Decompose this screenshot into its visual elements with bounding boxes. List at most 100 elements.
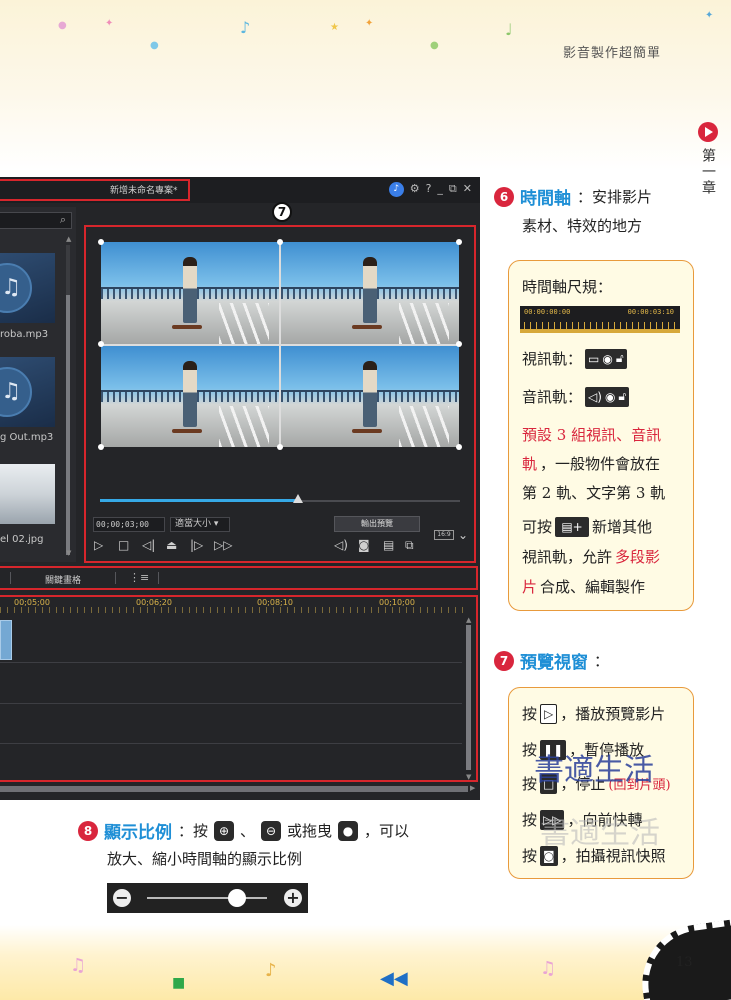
media-thumb-image[interactable] — [0, 464, 55, 524]
section-title: 預覽視窗 — [520, 653, 588, 673]
section-desc: ：安排影片 — [577, 188, 653, 206]
help-icon[interactable]: ? — [426, 181, 432, 197]
timecode-input[interactable]: 00;00;03;00 — [93, 517, 165, 532]
chevron-down-icon[interactable]: ⌄ — [458, 528, 468, 542]
keyframe-button[interactable]: 關鍵畫格 — [45, 573, 81, 586]
zoom-out-icon[interactable]: − — [113, 889, 131, 907]
section-7-heading: 7 預覽視窗 ： — [494, 648, 609, 673]
stop-icon[interactable]: □ — [118, 538, 129, 552]
scroll-down-arrow[interactable]: ▼ — [466, 773, 471, 781]
resize-handle[interactable] — [98, 239, 104, 245]
gear-icon[interactable]: ⚙ — [410, 181, 420, 197]
prev-frame-icon[interactable]: ◁| — [142, 538, 155, 552]
track-divider — [0, 662, 462, 663]
play-icon: ▷ — [540, 703, 558, 724]
note-text: 片合成、編輯製作 — [522, 578, 646, 596]
zoom-out-icon: ⊖ — [261, 820, 282, 841]
media-thumb-audio[interactable]: ♫ — [0, 357, 55, 427]
add-track-icon: ▤+ — [555, 516, 590, 537]
resize-handle[interactable] — [277, 239, 283, 245]
scroll-down-arrow[interactable]: ▼ — [66, 549, 71, 557]
speaker-icon: ◁) — [588, 389, 602, 404]
zoom-slider-sample: − + — [107, 883, 308, 913]
export-preview-button[interactable]: 輸出預覽 — [334, 516, 420, 532]
volume-icon[interactable]: ◁) — [334, 538, 348, 552]
timeline-clip[interactable] — [0, 620, 12, 660]
next-frame-icon[interactable]: |▷ — [190, 538, 203, 552]
timeline-ruler[interactable] — [0, 607, 466, 613]
aspect-ratio-badge[interactable]: 16:9 — [434, 530, 454, 540]
music-note-icon: ♫ — [0, 367, 32, 417]
zoom-in-icon[interactable]: + — [284, 889, 302, 907]
resize-handle[interactable] — [98, 444, 104, 450]
zoom-knob[interactable] — [228, 889, 246, 907]
ruler-label: 00;10;00 — [379, 598, 415, 607]
confetti-star: ✦ — [365, 18, 374, 29]
close-icon[interactable]: ✕ — [463, 181, 472, 197]
confetti-star: ✦ — [105, 18, 114, 29]
ruler-label: 00;06;20 — [136, 598, 172, 607]
music-note-icon: ♫ — [540, 958, 557, 979]
section-desc-line2: 素材、特效的地方 — [522, 217, 643, 235]
resize-handle[interactable] — [456, 444, 462, 450]
square-shape: ■ — [172, 975, 186, 991]
timeline-highlight — [0, 595, 478, 782]
fit-select[interactable]: 適當大小 ▾ — [170, 517, 230, 532]
seek-bar-progress — [100, 499, 298, 502]
minimize-icon[interactable]: _ — [437, 181, 443, 197]
video-frame — [101, 242, 279, 344]
ruler-start: 00:00:00:00 — [524, 308, 571, 316]
search-icon[interactable]: ⌕ — [60, 213, 66, 227]
list-icon[interactable]: ⋮≡ — [129, 571, 149, 584]
resize-handle[interactable] — [98, 341, 104, 347]
horizontal-scrollbar[interactable] — [0, 786, 468, 792]
track-icons: ◁) ◉ 🔓︎ — [585, 386, 630, 407]
music-note-icon: ♫ — [0, 263, 32, 313]
page-number: 13 — [676, 955, 693, 970]
video-preview[interactable] — [101, 242, 459, 447]
watermark: 書適生活 — [534, 753, 654, 788]
note-audio-track: 音訊軌： ◁) ◉ 🔓︎ — [522, 386, 630, 407]
scroll-right-arrow[interactable]: ▶ — [470, 784, 475, 792]
marker-icon[interactable]: ⏏ — [166, 538, 177, 552]
snapshot-icon[interactable]: ◙ — [358, 538, 370, 552]
bell-icon[interactable]: ♪ — [388, 181, 404, 197]
media-scrollbar[interactable] — [66, 245, 70, 555]
music-note-icon: ♪ — [265, 960, 277, 981]
media-search-input[interactable]: ⌕ — [0, 212, 72, 229]
eye-icon: ◉ — [602, 351, 613, 366]
fast-forward-icon[interactable]: ▷▷ — [214, 538, 232, 552]
rewind-shape: ◀◀ — [380, 968, 408, 989]
media-thumb-audio[interactable]: ♫ — [0, 253, 55, 323]
music-note-icon: ♫ — [70, 955, 87, 976]
window-title: 新增未命名專案* — [110, 186, 178, 196]
note-video-track: 視訊軌： ▭ ◉ 🔓︎ — [522, 348, 627, 369]
scroll-up-arrow[interactable]: ▲ — [66, 235, 71, 243]
chapter-tab: 第一章 — [697, 122, 719, 196]
restore-icon[interactable]: ⧉ — [449, 181, 457, 197]
note-play: 按 ▷ ，播放預覽影片 — [522, 703, 666, 724]
timeline-scrollbar[interactable] — [466, 625, 471, 770]
confetti-star: ★ — [330, 22, 339, 33]
resize-handle[interactable] — [456, 239, 462, 245]
track-icons: ▭ ◉ 🔓︎ — [585, 348, 627, 369]
resize-handle[interactable] — [277, 444, 283, 450]
seek-knob[interactable] — [293, 494, 303, 503]
media-item-label: el 02.jpg — [0, 534, 44, 545]
section-number: 7 — [494, 650, 514, 671]
note-text: 視訊軌，允許 多段影 — [522, 548, 661, 566]
track-divider — [0, 703, 462, 704]
confetti-star: ✦ — [705, 10, 714, 21]
section-number: 8 — [78, 820, 98, 841]
window-controls: ♪ ⚙ ? _ ⧉ ✕ — [388, 181, 472, 197]
resize-handle[interactable] — [456, 341, 462, 347]
scroll-up-arrow[interactable]: ▲ — [466, 616, 471, 624]
track-divider — [0, 743, 462, 744]
play-icon[interactable]: ▷ — [94, 538, 103, 552]
zoom-track[interactable] — [147, 897, 267, 899]
media-item-label: g Out.mp3 — [0, 432, 54, 443]
subtitle-icon[interactable]: ▤ — [383, 538, 394, 552]
play-icon — [698, 122, 718, 142]
external-view-icon[interactable]: ⧉ — [405, 538, 414, 552]
chapter-label: 第一章 — [700, 148, 716, 196]
